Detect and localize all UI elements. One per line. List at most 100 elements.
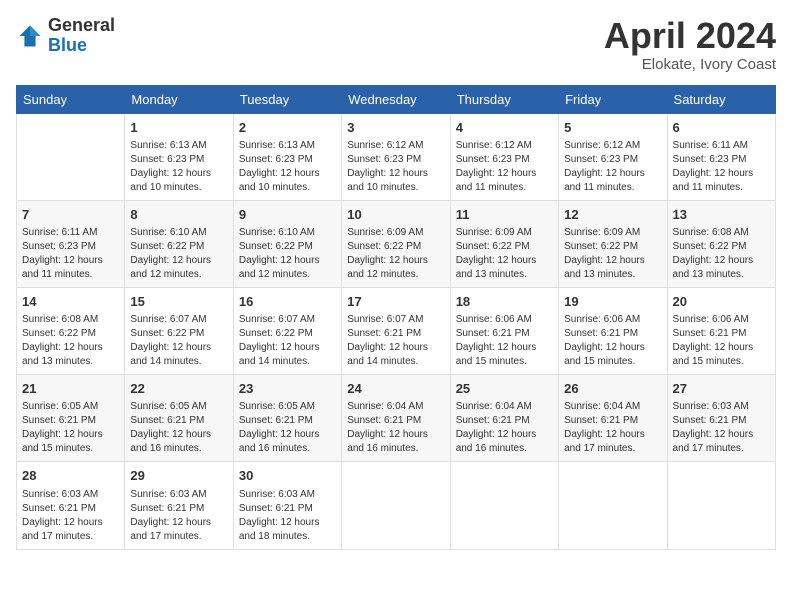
calendar-day-cell: 30 Sunrise: 6:03 AM Sunset: 6:21 PM Dayli… bbox=[233, 462, 341, 549]
day-number: 18 bbox=[456, 293, 553, 311]
day-number: 22 bbox=[130, 380, 227, 398]
day-number: 13 bbox=[673, 206, 770, 224]
day-number: 7 bbox=[22, 206, 119, 224]
day-number: 6 bbox=[673, 119, 770, 137]
day-number: 8 bbox=[130, 206, 227, 224]
calendar-day-cell: 14 Sunrise: 6:08 AM Sunset: 6:22 PM Dayli… bbox=[17, 287, 125, 374]
calendar-day-cell: 9Sunrise: 6:10 AM Sunset: 6:22 PM Daylig… bbox=[233, 200, 341, 287]
calendar-day-cell: 25 Sunrise: 6:04 AM Sunset: 6:21 PM Dayli… bbox=[450, 375, 558, 462]
day-info: Sunrise: 6:13 AM Sunset: 6:23 PM Dayligh… bbox=[130, 139, 227, 195]
day-number: 19 bbox=[564, 293, 661, 311]
logo-text: General Blue bbox=[48, 16, 115, 56]
calendar-day-cell: 3 Sunrise: 6:12 AM Sunset: 6:23 PM Daylig… bbox=[342, 113, 450, 200]
day-info: Sunrise: 6:12 AM Sunset: 6:23 PM Dayligh… bbox=[456, 139, 553, 195]
day-info: Sunrise: 6:10 AM Sunset: 6:22 PM Dayligh… bbox=[130, 226, 227, 282]
day-number: 14 bbox=[22, 293, 119, 311]
calendar-day-cell: 10 Sunrise: 6:09 AM Sunset: 6:22 PM Dayli… bbox=[342, 200, 450, 287]
day-info: Sunrise: 6:05 AM Sunset: 6:21 PM Dayligh… bbox=[130, 400, 227, 456]
day-info: Sunrise: 6:03 AM Sunset: 6:21 PM Dayligh… bbox=[673, 400, 770, 456]
calendar-day-cell: 27 Sunrise: 6:03 AM Sunset: 6:21 PM Dayli… bbox=[667, 375, 775, 462]
calendar-day-cell: 22 Sunrise: 6:05 AM Sunset: 6:21 PM Dayli… bbox=[125, 375, 233, 462]
day-number: 15 bbox=[130, 293, 227, 311]
day-number: 29 bbox=[130, 467, 227, 485]
day-number: 3 bbox=[347, 119, 444, 137]
day-info: Sunrise: 6:12 AM Sunset: 6:23 PM Dayligh… bbox=[564, 139, 661, 195]
calendar-header-cell: Saturday bbox=[667, 85, 775, 113]
day-number: 12 bbox=[564, 206, 661, 224]
day-number: 10 bbox=[347, 206, 444, 224]
calendar-day-cell: 24Sunrise: 6:04 AM Sunset: 6:21 PM Dayli… bbox=[342, 375, 450, 462]
calendar-header-row: SundayMondayTuesdayWednesdayThursdayFrid… bbox=[17, 85, 776, 113]
day-info: Sunrise: 6:07 AM Sunset: 6:22 PM Dayligh… bbox=[239, 313, 336, 369]
page-header: General Blue April 2024 Elokate, Ivory C… bbox=[16, 16, 776, 73]
day-number: 2 bbox=[239, 119, 336, 137]
calendar-day-cell: 16 Sunrise: 6:07 AM Sunset: 6:22 PM Dayli… bbox=[233, 287, 341, 374]
calendar-day-cell: 4 Sunrise: 6:12 AM Sunset: 6:23 PM Daylig… bbox=[450, 113, 558, 200]
day-info: Sunrise: 6:08 AM Sunset: 6:22 PM Dayligh… bbox=[22, 313, 119, 369]
calendar-day-cell: 17 Sunrise: 6:07 AM Sunset: 6:21 PM Dayli… bbox=[342, 287, 450, 374]
day-info: Sunrise: 6:08 AM Sunset: 6:22 PM Dayligh… bbox=[673, 226, 770, 282]
day-number: 23 bbox=[239, 380, 336, 398]
logo-blue: Blue bbox=[48, 35, 87, 55]
day-info: Sunrise: 6:09 AM Sunset: 6:22 PM Dayligh… bbox=[564, 226, 661, 282]
day-number: 1 bbox=[130, 119, 227, 137]
calendar-day-cell bbox=[450, 462, 558, 549]
day-info: Sunrise: 6:03 AM Sunset: 6:21 PM Dayligh… bbox=[239, 488, 336, 544]
calendar-day-cell: 15Sunrise: 6:07 AM Sunset: 6:22 PM Dayli… bbox=[125, 287, 233, 374]
calendar-header-cell: Monday bbox=[125, 85, 233, 113]
logo-general: General bbox=[48, 15, 115, 35]
calendar-day-cell: 1 Sunrise: 6:13 AM Sunset: 6:23 PM Daylig… bbox=[125, 113, 233, 200]
calendar-day-cell bbox=[17, 113, 125, 200]
location: Elokate, Ivory Coast bbox=[604, 56, 776, 73]
calendar-header-cell: Thursday bbox=[450, 85, 558, 113]
day-number: 30 bbox=[239, 467, 336, 485]
calendar-day-cell: 2 Sunrise: 6:13 AM Sunset: 6:23 PM Daylig… bbox=[233, 113, 341, 200]
calendar-day-cell: 11Sunrise: 6:09 AM Sunset: 6:22 PM Dayli… bbox=[450, 200, 558, 287]
logo-icon bbox=[16, 22, 44, 50]
day-info: Sunrise: 6:06 AM Sunset: 6:21 PM Dayligh… bbox=[564, 313, 661, 369]
calendar-day-cell: 5Sunrise: 6:12 AM Sunset: 6:23 PM Daylig… bbox=[559, 113, 667, 200]
calendar-day-cell: 29 Sunrise: 6:03 AM Sunset: 6:21 PM Dayli… bbox=[125, 462, 233, 549]
day-info: Sunrise: 6:04 AM Sunset: 6:21 PM Dayligh… bbox=[456, 400, 553, 456]
day-info: Sunrise: 6:03 AM Sunset: 6:21 PM Dayligh… bbox=[130, 488, 227, 544]
day-info: Sunrise: 6:09 AM Sunset: 6:22 PM Dayligh… bbox=[456, 226, 553, 282]
calendar-header-cell: Tuesday bbox=[233, 85, 341, 113]
day-info: Sunrise: 6:13 AM Sunset: 6:23 PM Dayligh… bbox=[239, 139, 336, 195]
day-number: 16 bbox=[239, 293, 336, 311]
calendar-day-cell: 13 Sunrise: 6:08 AM Sunset: 6:22 PM Dayli… bbox=[667, 200, 775, 287]
day-number: 20 bbox=[673, 293, 770, 311]
day-info: Sunrise: 6:04 AM Sunset: 6:21 PM Dayligh… bbox=[564, 400, 661, 456]
calendar-day-cell: 20 Sunrise: 6:06 AM Sunset: 6:21 PM Dayli… bbox=[667, 287, 775, 374]
day-info: Sunrise: 6:11 AM Sunset: 6:23 PM Dayligh… bbox=[673, 139, 770, 195]
calendar-body: 1 Sunrise: 6:13 AM Sunset: 6:23 PM Daylig… bbox=[17, 113, 776, 549]
month-title: April 2024 bbox=[604, 16, 776, 56]
day-info: Sunrise: 6:04 AM Sunset: 6:21 PM Dayligh… bbox=[347, 400, 444, 456]
calendar-day-cell: 7Sunrise: 6:11 AM Sunset: 6:23 PM Daylig… bbox=[17, 200, 125, 287]
day-number: 25 bbox=[456, 380, 553, 398]
day-info: Sunrise: 6:05 AM Sunset: 6:21 PM Dayligh… bbox=[239, 400, 336, 456]
calendar-week-row: 21 Sunrise: 6:05 AM Sunset: 6:21 PM Dayli… bbox=[17, 375, 776, 462]
day-number: 27 bbox=[673, 380, 770, 398]
day-number: 17 bbox=[347, 293, 444, 311]
calendar-week-row: 28 Sunrise: 6:03 AM Sunset: 6:21 PM Dayli… bbox=[17, 462, 776, 549]
calendar-day-cell: 26 Sunrise: 6:04 AM Sunset: 6:21 PM Dayli… bbox=[559, 375, 667, 462]
calendar-day-cell: 28Sunrise: 6:03 AM Sunset: 6:21 PM Dayli… bbox=[17, 462, 125, 549]
calendar-week-row: 7Sunrise: 6:11 AM Sunset: 6:23 PM Daylig… bbox=[17, 200, 776, 287]
day-number: 26 bbox=[564, 380, 661, 398]
day-info: Sunrise: 6:07 AM Sunset: 6:21 PM Dayligh… bbox=[347, 313, 444, 369]
day-number: 28 bbox=[22, 467, 119, 485]
calendar-day-cell: 23 Sunrise: 6:05 AM Sunset: 6:21 PM Dayli… bbox=[233, 375, 341, 462]
calendar-header-cell: Sunday bbox=[17, 85, 125, 113]
day-number: 4 bbox=[456, 119, 553, 137]
calendar-header-cell: Friday bbox=[559, 85, 667, 113]
calendar-day-cell: 6 Sunrise: 6:11 AM Sunset: 6:23 PM Daylig… bbox=[667, 113, 775, 200]
day-info: Sunrise: 6:12 AM Sunset: 6:23 PM Dayligh… bbox=[347, 139, 444, 195]
day-info: Sunrise: 6:09 AM Sunset: 6:22 PM Dayligh… bbox=[347, 226, 444, 282]
calendar-header-cell: Wednesday bbox=[342, 85, 450, 113]
day-info: Sunrise: 6:06 AM Sunset: 6:21 PM Dayligh… bbox=[673, 313, 770, 369]
calendar-day-cell: 18Sunrise: 6:06 AM Sunset: 6:21 PM Dayli… bbox=[450, 287, 558, 374]
day-number: 21 bbox=[22, 380, 119, 398]
calendar-table: SundayMondayTuesdayWednesdayThursdayFrid… bbox=[16, 85, 776, 550]
calendar-day-cell bbox=[342, 462, 450, 549]
calendar-week-row: 14 Sunrise: 6:08 AM Sunset: 6:22 PM Dayli… bbox=[17, 287, 776, 374]
